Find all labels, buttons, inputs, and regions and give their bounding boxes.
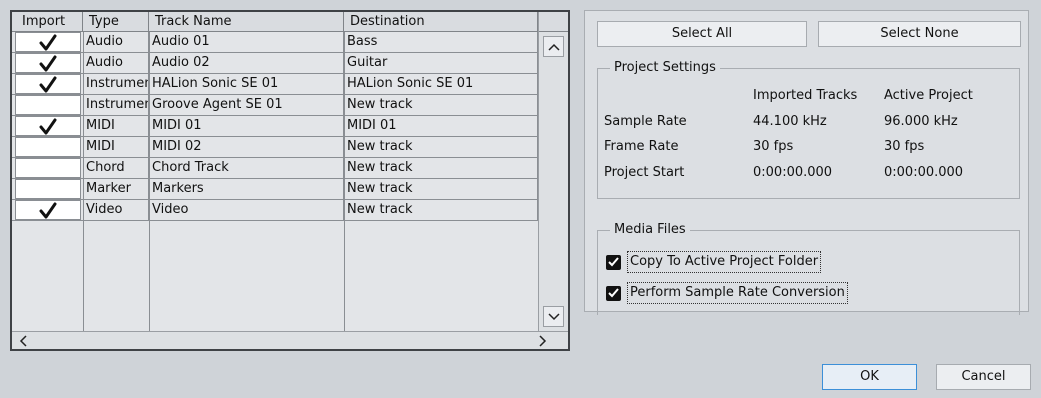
project-start-imported: 0:00:00.000 [753,165,833,180]
checkmark-icon [608,257,619,267]
imported-tracks-header: Imported Tracks [753,88,858,103]
track-name: Audio 02 [149,53,344,73]
copy-to-project-folder-label: Copy To Active Project Folder [627,251,822,273]
checkmark-icon [608,288,619,298]
cancel-button[interactable]: Cancel [936,364,1031,390]
track-destination[interactable]: MIDI 01 [344,116,538,136]
track-name: MIDI 01 [149,116,344,136]
column-header-import[interactable]: Import [12,12,83,32]
table-body: Audio Audio 01 Bass Audio Audio 02 Guitar Inst… [12,32,538,331]
table-row[interactable]: MIDI MIDI 01 MIDI 01 [12,116,538,137]
table-row[interactable]: MIDI MIDI 02 New track [12,137,538,158]
track-name: HALion Sonic SE 01 [149,74,344,94]
track-type: Video [83,200,149,220]
frame-rate-active: 30 fps [884,139,925,154]
column-header-destination[interactable]: Destination [344,12,538,32]
track-type: Chord [83,158,149,178]
import-checkbox[interactable] [15,95,81,115]
sample-rate-label: Sample Rate [604,114,687,129]
import-checkbox[interactable] [15,32,81,52]
media-files-group: Media Files Copy To Active Project Folde… [597,222,1020,315]
track-name: Audio 01 [149,32,344,52]
checkmark-icon [38,55,58,72]
settings-panel: Select All Select None Project Settings … [584,10,1029,315]
scroll-down-button[interactable] [543,306,564,327]
track-name: Chord Track [149,158,344,178]
track-name: Markers [149,179,344,199]
frame-rate-imported: 30 fps [753,139,794,154]
track-destination[interactable]: New track [344,200,538,220]
checkmark-icon [38,202,58,219]
track-type: Instrument [83,95,149,115]
import-checkbox[interactable] [15,158,81,178]
table-row[interactable]: InstrumentHALion Sonic SE 01HALion Sonic… [12,74,538,95]
table-row[interactable]: Audio Audio 02 Guitar [12,53,538,74]
checkmark-icon [38,76,58,93]
vertical-scrollbar[interactable] [538,12,568,331]
track-destination[interactable]: New track [344,137,538,157]
table-row[interactable]: Video Video New track [12,200,538,221]
column-header-type[interactable]: Type [83,12,149,32]
track-destination[interactable]: New track [344,95,538,115]
import-checkbox[interactable] [15,137,81,157]
sample-rate-conversion-option[interactable]: Perform Sample Rate Conversion [606,282,848,304]
import-checkbox[interactable] [15,116,81,136]
scroll-right-button[interactable] [534,333,552,349]
import-checkbox[interactable] [15,53,81,73]
horizontal-scrollbar[interactable] [12,331,568,349]
select-all-button[interactable]: Select All [597,21,807,47]
frame-rate-label: Frame Rate [604,139,679,154]
chevron-up-icon [547,43,560,51]
import-checkbox[interactable] [15,179,81,199]
track-type: Audio [83,32,149,52]
project-settings-group: Project Settings Imported Tracks Active … [597,60,1020,199]
sample-rate-imported: 44.100 kHz [753,114,827,129]
track-type: MIDI [83,137,149,157]
project-settings-title: Project Settings [610,60,720,76]
import-checkbox[interactable] [15,200,81,220]
chevron-down-icon [547,312,560,320]
track-type: Audio [83,53,149,73]
media-files-title: Media Files [610,222,690,238]
track-name: MIDI 02 [149,137,344,157]
copy-to-project-folder-option[interactable]: Copy To Active Project Folder [606,251,822,273]
track-destination[interactable]: Bass [344,32,538,52]
checkmark-icon [38,34,58,51]
track-destination[interactable]: Guitar [344,53,538,73]
track-table: Import Type Track Name Destination Audio… [10,10,570,351]
chevron-right-icon [539,335,547,347]
track-type: Instrument [83,74,149,94]
project-start-active: 0:00:00.000 [884,165,964,180]
ok-button[interactable]: OK [822,364,917,390]
column-header-track-name[interactable]: Track Name [149,12,344,32]
track-destination[interactable]: HALion Sonic SE 01 [344,74,538,94]
track-type: Marker [83,179,149,199]
track-destination[interactable]: New track [344,179,538,199]
sample-rate-conversion-checkbox[interactable] [606,285,621,301]
chevron-left-icon [19,335,27,347]
scroll-left-button[interactable] [14,333,32,349]
table-row[interactable]: Marker Markers New track [12,179,538,200]
track-name: Groove Agent SE 01 [149,95,344,115]
scroll-up-button[interactable] [543,36,564,57]
checkmark-icon [38,118,58,135]
track-name: Video [149,200,344,220]
table-header: Import Type Track Name Destination [12,12,538,32]
copy-to-project-folder-checkbox[interactable] [606,254,621,270]
sample-rate-conversion-label: Perform Sample Rate Conversion [627,282,848,304]
table-row[interactable]: InstrumentGroove Agent SE 01New track [12,95,538,116]
table-row[interactable]: Audio Audio 01 Bass [12,32,538,53]
import-checkbox[interactable] [15,74,81,94]
track-type: MIDI [83,116,149,136]
sample-rate-active: 96.000 kHz [884,114,958,129]
select-none-button[interactable]: Select None [818,21,1021,47]
track-destination[interactable]: New track [344,158,538,178]
project-start-label: Project Start [604,165,685,180]
active-project-header: Active Project [884,88,973,103]
table-row[interactable]: Chord Chord Track New track [12,158,538,179]
